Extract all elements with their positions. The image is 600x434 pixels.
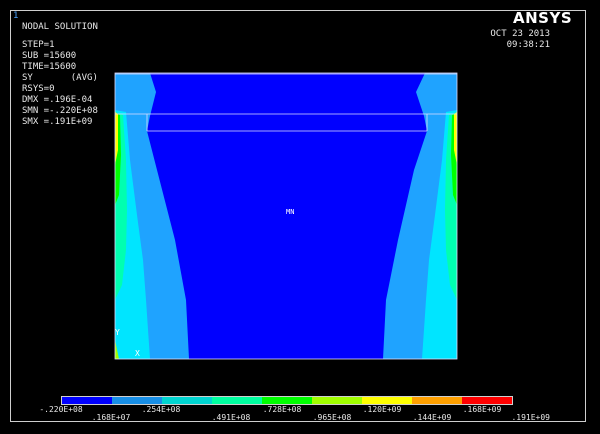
min-value-marker: MN bbox=[286, 208, 294, 216]
x-axis-label: X bbox=[135, 349, 140, 358]
legend-color-6 bbox=[312, 397, 362, 404]
legend-color-1 bbox=[62, 397, 112, 404]
legend-label-6: .965E+08 bbox=[312, 413, 352, 422]
contour-legend-bar bbox=[61, 396, 513, 405]
legend-label-8: .144E+09 bbox=[412, 413, 452, 422]
contour-plot[interactable]: MN Y X bbox=[0, 0, 600, 434]
legend-color-9 bbox=[462, 397, 512, 404]
legend-color-2 bbox=[112, 397, 162, 404]
legend-label-max: .191E+09 bbox=[511, 413, 550, 422]
legend-color-8 bbox=[412, 397, 462, 404]
legend-color-7 bbox=[362, 397, 412, 404]
legend-color-5 bbox=[262, 397, 312, 404]
legend-color-3 bbox=[162, 397, 212, 404]
legend-color-4 bbox=[212, 397, 262, 404]
y-axis-label: Y bbox=[115, 328, 120, 337]
legend-label-4: .491E+08 bbox=[211, 413, 251, 422]
legend-label-2: .168E+07 bbox=[91, 413, 131, 422]
